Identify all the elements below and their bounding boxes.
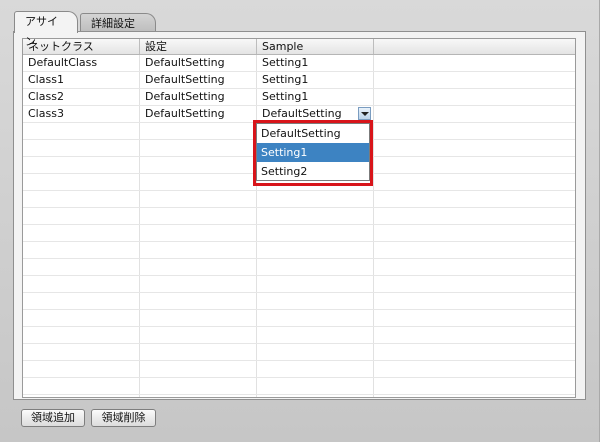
column-header-empty [374,39,575,54]
netclass-grid: ネットクラス 設定 Sample DefaultClass DefaultSett… [22,38,576,398]
setting-cell[interactable]: DefaultSetting [140,55,257,71]
table-row[interactable] [23,191,575,208]
sample-combobox-value[interactable]: DefaultSetting [257,106,357,122]
dropdown-option-setting2[interactable]: Setting2 [257,162,369,181]
setting-cell[interactable]: DefaultSetting [140,72,257,88]
table-row[interactable] [23,361,575,378]
column-header-sample[interactable]: Sample [257,39,374,54]
sample-cell[interactable]: Setting1 [257,55,374,71]
dropdown-option-defaultsetting[interactable]: DefaultSetting [257,124,369,143]
table-row[interactable] [23,259,575,276]
sample-cell[interactable]: Setting1 [257,89,374,105]
netclass-cell[interactable]: Class3 [23,106,140,122]
table-row[interactable] [23,242,575,259]
netclass-cell[interactable]: DefaultClass [23,55,140,71]
chevron-down-icon[interactable] [358,107,371,120]
column-header-setting[interactable]: 設定 [140,39,257,54]
table-row[interactable]: Class3 DefaultSetting DefaultSetting [23,106,575,123]
window: アサイン 詳細設定 ネットクラス 設定 Sample DefaultClass D… [0,0,600,442]
netclass-cell[interactable]: Class2 [23,89,140,105]
setting-cell[interactable]: DefaultSetting [140,89,257,105]
table-row[interactable] [23,276,575,293]
tab-advanced-settings[interactable]: 詳細設定 [80,13,156,33]
table-row[interactable]: DefaultClass DefaultSetting Setting1 [23,55,575,72]
table-row[interactable] [23,378,575,395]
add-region-button[interactable]: 領域追加 [21,409,85,427]
table-row[interactable] [23,293,575,310]
sample-dropdown-list: DefaultSetting Setting1 Setting2 [256,123,370,181]
column-header-netclass[interactable]: ネットクラス [23,39,140,54]
tab-panel: ネットクラス 設定 Sample DefaultClass DefaultSett… [13,31,586,400]
tab-assign[interactable]: アサイン [14,11,78,48]
table-row[interactable]: Class1 DefaultSetting Setting1 [23,72,575,89]
grid-header: ネットクラス 設定 Sample [23,39,575,55]
table-row[interactable] [23,344,575,361]
table-row[interactable] [23,310,575,327]
setting-cell[interactable]: DefaultSetting [140,106,257,122]
sample-cell[interactable]: Setting1 [257,72,374,88]
dropdown-option-setting1[interactable]: Setting1 [257,143,369,162]
table-row[interactable] [23,208,575,225]
delete-region-button[interactable]: 領域削除 [91,409,156,427]
table-row[interactable] [23,327,575,344]
table-row[interactable]: Class2 DefaultSetting Setting1 [23,89,575,106]
table-row[interactable] [23,225,575,242]
netclass-cell[interactable]: Class1 [23,72,140,88]
